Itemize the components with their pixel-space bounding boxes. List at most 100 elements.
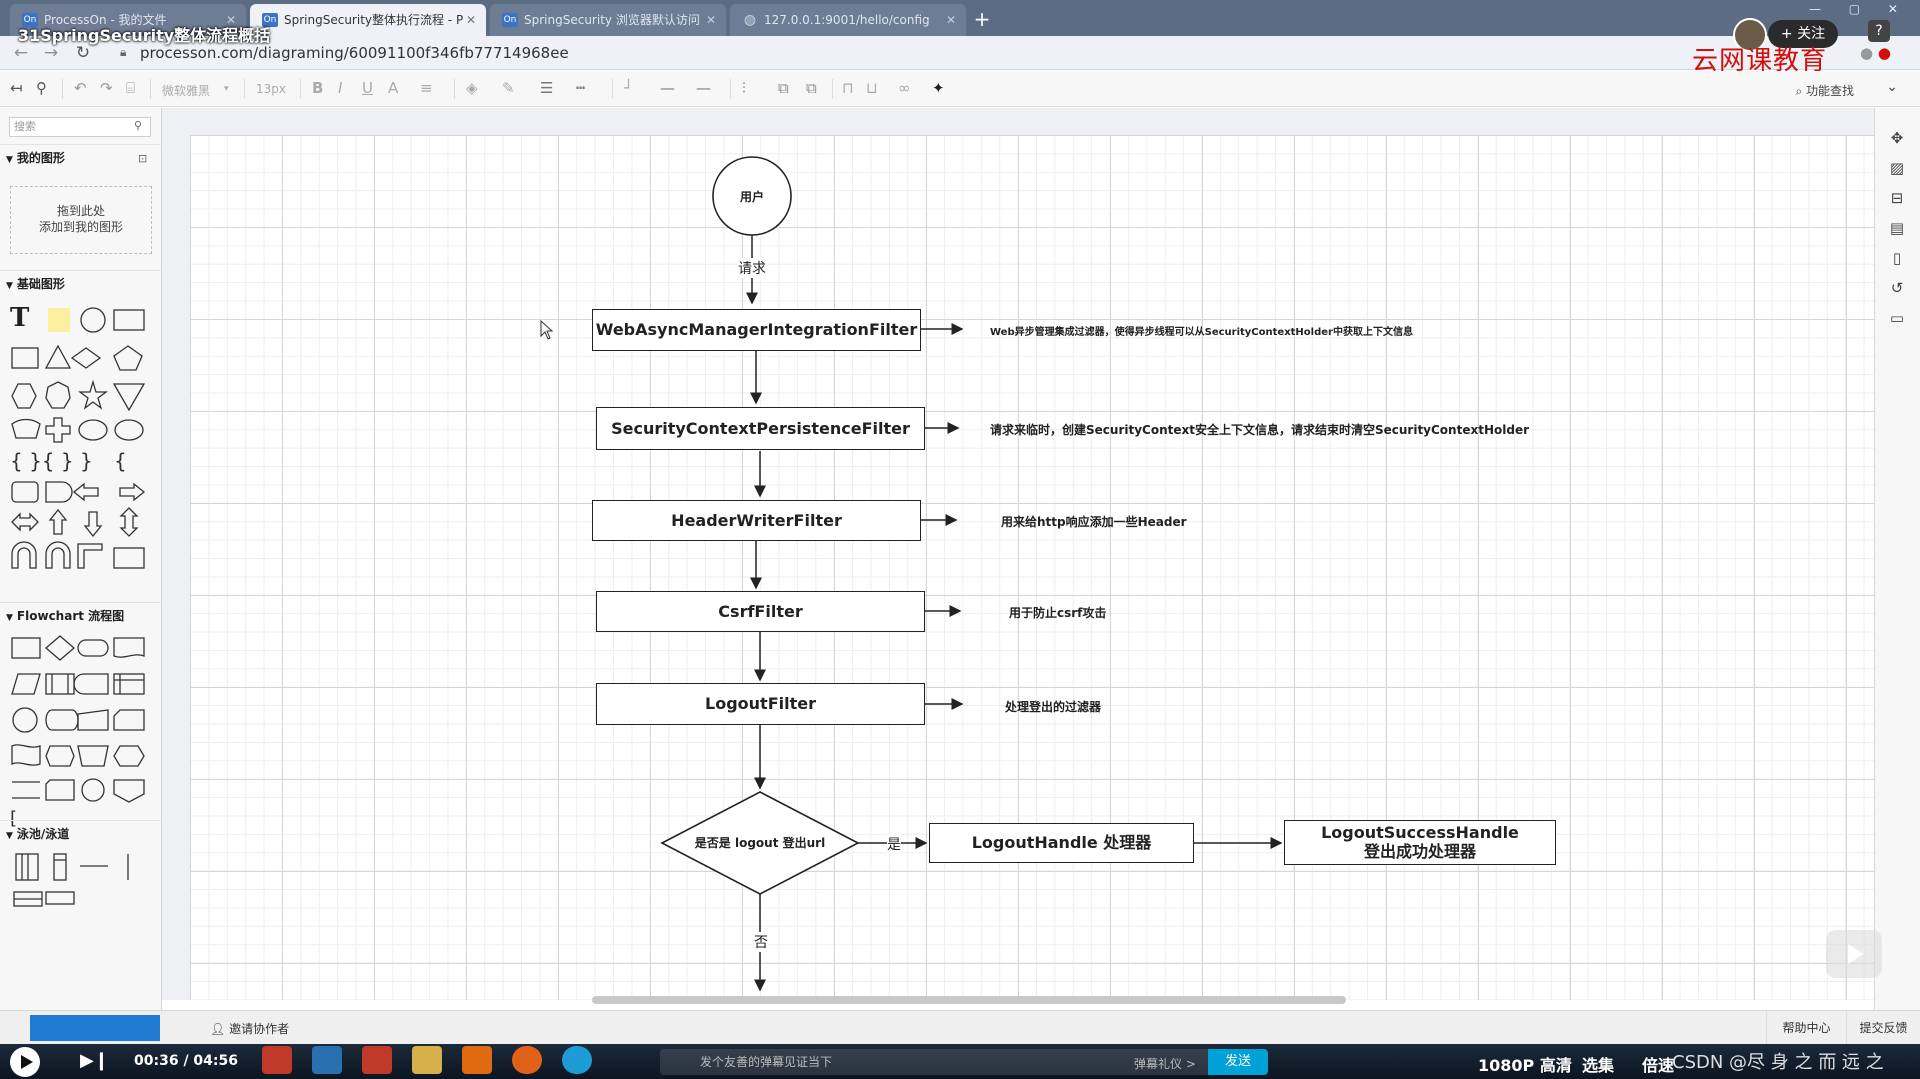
flowchart-shapes-grid[interactable]: [ [10, 634, 150, 829]
my-shapes-drop-zone[interactable]: 拖到此处 添加到我的图形 [10, 186, 152, 254]
tab-label: 127.0.0.1:9001/hello/config [764, 13, 930, 27]
line-width-icon[interactable]: ☰ [540, 79, 553, 97]
window-controls[interactable]: — ▢ ✕ [1809, 2, 1910, 16]
taskbar-app-icon[interactable] [412, 1046, 442, 1074]
font-color-icon[interactable]: A [388, 79, 398, 97]
danmaku-input[interactable]: 发个友善的弹幕见证当下 [660, 1049, 1208, 1075]
feature-search[interactable]: ⌕ 功能查找 [1795, 82, 1854, 99]
notification-icon[interactable]: ● [1878, 44, 1891, 62]
filter-node-securitycontext[interactable]: SecurityContextPersistenceFilter [596, 407, 925, 450]
processon-favicon-icon: On [502, 13, 518, 27]
send-back-icon[interactable]: ⧉ [806, 79, 817, 97]
tab-label: SpringSecurity整体执行流程 - P [284, 13, 464, 27]
arrange-icon[interactable]: ⫶ [742, 79, 746, 97]
filter-node-webasync[interactable]: WebAsyncManagerIntegrationFilter [592, 309, 921, 351]
redo-icon[interactable]: ↷ [100, 79, 113, 97]
url-field[interactable]: processon.com/diagraming/60091100f346fb7… [140, 44, 569, 62]
align-icon[interactable]: ≡ [420, 79, 433, 97]
font-family-select[interactable]: 微软雅黑 [162, 82, 210, 99]
horizontal-scrollbar[interactable] [592, 996, 1346, 1004]
start-arrow-icon[interactable]: — [660, 79, 675, 97]
drop-zone-text: 添加到我的图形 [38, 220, 123, 234]
section-basic-shapes[interactable]: ▼ 基础图形 [0, 270, 162, 296]
user-icon[interactable]: ● [1860, 44, 1873, 62]
link-icon[interactable]: ∞ [898, 79, 911, 97]
svg-text:{ }{ } }: { }{ } } [10, 449, 93, 473]
lock-shape-icon[interactable]: ⊓ [842, 79, 854, 97]
taskbar-app-icon[interactable] [512, 1046, 542, 1074]
shape-library-panel: 搜索 ⚲ ▼ 我的图形 ⊡ 拖到此处 添加到我的图形 ▼ 基础图形 T { }{ }… [0, 108, 162, 1010]
history-icon[interactable]: ↺ [1887, 278, 1907, 298]
play-button[interactable] [10, 1047, 40, 1077]
fill-color-icon[interactable]: ◈ [466, 79, 478, 97]
page-setup-icon[interactable]: ⊟ [1887, 188, 1907, 208]
taskbar-app-icon[interactable] [362, 1046, 392, 1074]
diagram-canvas-area[interactable] [162, 108, 1874, 1000]
back-arrow-icon[interactable]: ↤ [10, 79, 23, 97]
browser-tab-active[interactable]: On SpringSecurity整体执行流程 - P ✕ [250, 4, 486, 36]
danmaku-etiquette-link[interactable]: 弹幕礼仪 > [1134, 1055, 1196, 1072]
search-icon[interactable]: ⚲ [134, 119, 142, 132]
episodes-button[interactable]: 选集 [1582, 1052, 1614, 1076]
taskbar-app-icon[interactable] [562, 1046, 592, 1074]
line-style-icon[interactable]: ┅ [576, 79, 585, 97]
underline-icon[interactable]: U [362, 79, 373, 97]
logout-handler-node[interactable]: LogoutHandle 处理器 [929, 823, 1194, 863]
unlock-shape-icon[interactable]: ⊔ [866, 79, 878, 97]
format-brush-icon[interactable]: ⚲ [36, 79, 47, 97]
taskbar-app-icon[interactable] [462, 1046, 492, 1074]
filter-node-csrf[interactable]: CsrfFilter [596, 591, 925, 632]
section-swimlane[interactable]: ▼ 泳池/泳道 [0, 820, 162, 846]
bring-front-icon[interactable]: ⧉ [778, 79, 789, 97]
browser-tab[interactable]: On SpringSecurity 浏览器默认访问 ✕ [490, 4, 726, 36]
taskbar-app-icon[interactable] [262, 1046, 292, 1074]
page-tab[interactable] [30, 1015, 160, 1041]
new-tab-button[interactable]: + [968, 6, 996, 34]
decision-label: 是否是 logout 登出url [694, 836, 826, 850]
close-tab-icon[interactable]: ✕ [706, 4, 716, 36]
italic-icon[interactable]: I [338, 79, 342, 97]
chevron-down-icon[interactable]: ▾ [224, 84, 229, 94]
filter-desc: 请求来临时，创建SecurityContext安全上下文信息，请求结束时清空Se… [990, 423, 1529, 437]
diagram-page-grid[interactable] [190, 135, 1874, 1000]
filter-node-logout[interactable]: LogoutFilter [596, 683, 925, 725]
account-icons[interactable]: ● ● [1860, 44, 1891, 62]
next-episode-icon[interactable]: ▶❙ [80, 1050, 109, 1071]
undo-icon[interactable]: ↶ [74, 79, 87, 97]
magic-wand-icon[interactable]: ✦ [932, 79, 945, 97]
comment-icon[interactable]: ▭ [1887, 308, 1907, 328]
paint-format-icon[interactable]: ⌸ [126, 79, 135, 97]
data-attributes-icon[interactable]: ▤ [1887, 218, 1907, 238]
swimlane-shapes-grid[interactable] [10, 852, 150, 908]
browser-tab[interactable]: ◍ 127.0.0.1:9001/hello/config ✕ [730, 4, 966, 36]
invite-collaborator-button[interactable]: 👤︎ 邀请协作者 [210, 1020, 289, 1037]
bold-icon[interactable]: B [312, 79, 323, 97]
collapse-toolbar-icon[interactable]: ⌄ [1886, 79, 1898, 95]
yes-edge-label: 是 [887, 834, 901, 854]
send-danmaku-button[interactable]: 发送 [1208, 1049, 1268, 1075]
document-icon[interactable]: ▯ [1887, 248, 1907, 268]
filter-node-headerwriter[interactable]: HeaderWriterFilter [592, 500, 921, 541]
video-player-controls: ▶❙ 00:36 / 04:56 发个友善的弹幕见证当下 弹幕礼仪 > 发送 1… [0, 1044, 1920, 1079]
font-size-select[interactable]: 13px [256, 82, 286, 96]
floating-play-icon[interactable] [1826, 930, 1882, 978]
quality-selector[interactable]: 1080P 高清 [1478, 1052, 1572, 1076]
navigate-icon[interactable]: ✥ [1887, 128, 1907, 148]
basic-shapes-grid[interactable]: T { }{ } } { [10, 304, 150, 574]
help-center-link[interactable]: 帮助中心 [1766, 1011, 1846, 1045]
connector-icon[interactable]: ┘ [624, 79, 633, 97]
taskbar-app-icon[interactable] [312, 1046, 342, 1074]
help-icon[interactable]: ? [1868, 20, 1890, 42]
close-tab-icon[interactable]: ✕ [466, 4, 476, 36]
logout-success-node[interactable]: LogoutSuccessHandle 登出成功处理器 [1284, 820, 1556, 865]
section-flowchart[interactable]: ▼ Flowchart 流程图 [0, 602, 162, 628]
feedback-link[interactable]: 提交反馈 [1846, 1011, 1920, 1045]
line-color-icon[interactable]: ✎ [502, 79, 515, 97]
end-arrow-icon[interactable]: — [696, 79, 711, 97]
style-icon[interactable]: ▨ [1887, 158, 1907, 178]
speed-button[interactable]: 倍速 [1642, 1052, 1674, 1076]
add-shape-icon[interactable]: ⊡ [138, 152, 147, 165]
section-title: 基础图形 [16, 277, 65, 291]
close-tab-icon[interactable]: ✕ [946, 4, 956, 36]
shape-search-input[interactable]: 搜索 [9, 117, 151, 137]
